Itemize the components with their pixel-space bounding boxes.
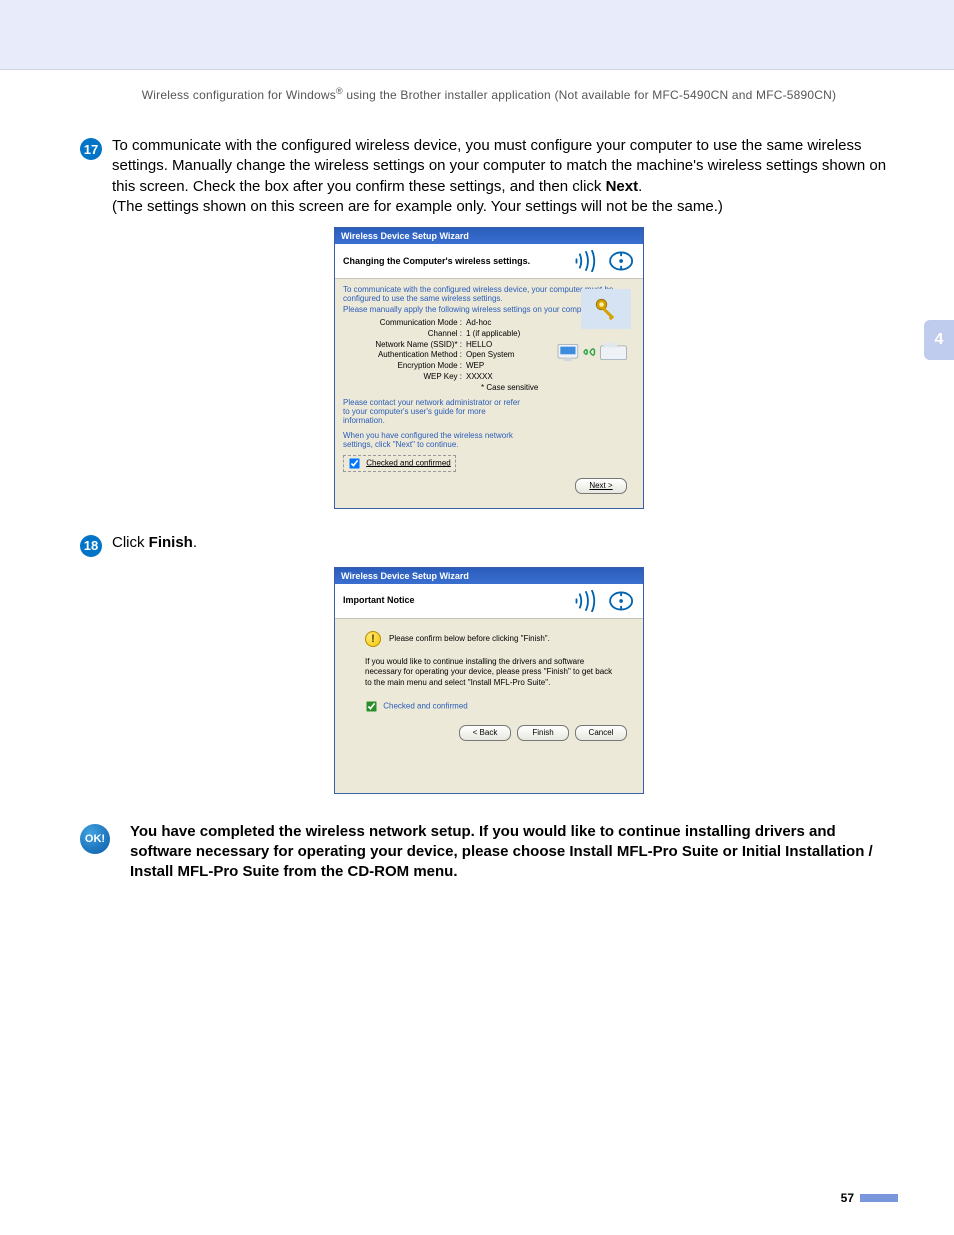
- ok-block: OK! You have completed the wireless netw…: [80, 822, 898, 883]
- dialog2-checkbox-label: Checked and confirmed: [383, 702, 468, 711]
- settings-row: WEP Key :XXXXX: [371, 372, 635, 383]
- case-sensitive-note: * Case sensitive: [481, 383, 635, 392]
- step-18-text: Click Finish.: [112, 533, 898, 553]
- page-number: 57: [841, 1191, 854, 1205]
- wireless-logo-icon: [573, 250, 635, 272]
- ok-badge-icon: OK!: [80, 824, 110, 854]
- dialog1-body: To communicate with the configured wirel…: [335, 279, 643, 508]
- step17-text-a: To communicate with the configured wirel…: [112, 137, 886, 195]
- page-bar-icon: [860, 1194, 898, 1202]
- dialog1-contact: Please contact your network administrato…: [343, 398, 523, 425]
- dialog1-footer: Next >: [343, 472, 635, 502]
- step-number-badge: 17: [80, 138, 102, 160]
- ok-text: You have completed the wireless network …: [130, 822, 898, 883]
- step-number-badge: 18: [80, 535, 102, 557]
- step18-a: Click: [112, 534, 149, 551]
- notice-row: ! Please confirm below before clicking "…: [365, 631, 617, 647]
- dialog2-checkbox-row[interactable]: Checked and confirmed: [365, 700, 617, 713]
- dialog2-heading: Important Notice: [343, 595, 415, 606]
- warning-icon: !: [365, 631, 381, 647]
- dialog2-notice: Please confirm below before clicking "Fi…: [389, 634, 550, 643]
- step17-bold: Next: [606, 178, 639, 195]
- back-button[interactable]: < Back: [459, 725, 511, 741]
- computer-printer-icon: [555, 335, 631, 369]
- header-before: Wireless configuration for Windows: [142, 88, 336, 102]
- step-18: 18 Click Finish.: [80, 533, 898, 557]
- dialog1-titlebar: Wireless Device Setup Wizard: [335, 228, 643, 244]
- wireless-logo-icon: [573, 590, 635, 612]
- dialog1-checkbox-label: Checked and confirmed: [366, 458, 451, 467]
- page-header: Wireless configuration for Windows® usin…: [80, 86, 898, 102]
- step17-note: (The settings shown on this screen are f…: [112, 198, 723, 215]
- chapter-tab: 4: [924, 320, 954, 360]
- top-banner: [0, 0, 954, 70]
- key-illustration: [581, 289, 631, 329]
- step18-bold: Finish: [149, 534, 193, 551]
- page-number-wrap: 57: [841, 1191, 898, 1205]
- wizard-dialog-1: Wireless Device Setup Wizard Changing th…: [334, 227, 644, 509]
- dialog2-checkbox[interactable]: [366, 701, 376, 711]
- step-17-text: To communicate with the configured wirel…: [112, 136, 898, 217]
- header-after: using the Brother installer application …: [343, 88, 836, 102]
- dialog1-header: Changing the Computer's wireless setting…: [335, 244, 643, 279]
- dialog2-footer: < Back Finish Cancel: [343, 719, 635, 749]
- registered-icon: ®: [336, 86, 343, 96]
- cancel-button[interactable]: Cancel: [575, 725, 627, 741]
- dialog2-header: Important Notice: [335, 584, 643, 619]
- step18-b: .: [193, 534, 197, 551]
- dialog1-confirm: When you have configured the wireless ne…: [343, 431, 523, 449]
- next-button[interactable]: Next >: [575, 478, 627, 494]
- step-17: 17 To communicate with the configured wi…: [80, 136, 898, 217]
- step17-text-b: .: [638, 178, 642, 195]
- dialog1-heading: Changing the Computer's wireless setting…: [343, 256, 530, 267]
- dialog2-body: ! Please confirm below before clicking "…: [335, 619, 643, 793]
- dialog2-titlebar: Wireless Device Setup Wizard: [335, 568, 643, 584]
- dialog1-checkbox-row[interactable]: Checked and confirmed: [343, 455, 456, 472]
- finish-button[interactable]: Finish: [517, 725, 569, 741]
- wizard-dialog-2: Wireless Device Setup Wizard Important N…: [334, 567, 644, 794]
- dialog1-checkbox[interactable]: [349, 458, 359, 468]
- dialog2-body-text: If you would like to continue installing…: [365, 657, 617, 688]
